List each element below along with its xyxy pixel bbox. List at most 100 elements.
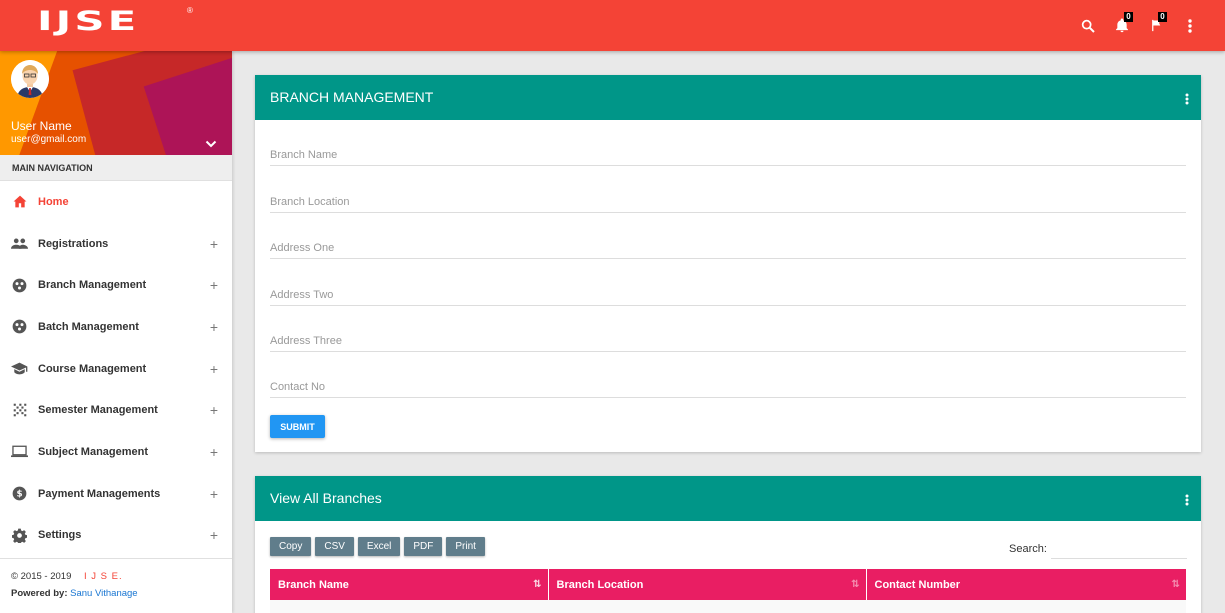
column-header-branch-name[interactable]: Branch Name ⇅ bbox=[270, 569, 549, 600]
excel-button[interactable]: Excel bbox=[357, 537, 401, 556]
branch-form-card: BRANCH MANAGEMENT SUBMIT bbox=[255, 75, 1201, 452]
flags-badge: 0 bbox=[1158, 12, 1167, 22]
address-two-input[interactable] bbox=[270, 288, 1186, 301]
sidebar-item-semester-management[interactable]: Semester Management + bbox=[0, 389, 232, 431]
card-menu-button[interactable] bbox=[1185, 92, 1189, 110]
sidebar-item-label: Registrations bbox=[38, 237, 109, 250]
sidebar-item-label: Semester Management bbox=[38, 404, 158, 417]
sidebar-footer: © 2015 - 2019 I J S E. Powered by: Sanu … bbox=[0, 558, 232, 599]
ijse-logo[interactable]: IJSE ® bbox=[37, 6, 193, 37]
card-header: BRANCH MANAGEMENT bbox=[255, 75, 1201, 120]
sidebar-item-settings[interactable]: Settings + bbox=[0, 515, 232, 557]
branch-icon bbox=[11, 277, 28, 294]
address-three-input[interactable] bbox=[270, 334, 1186, 347]
print-button[interactable]: Print bbox=[446, 537, 485, 556]
expand-icon: + bbox=[209, 402, 218, 419]
column-header-branch-location[interactable]: Branch Location ⇅ bbox=[548, 569, 867, 600]
export-buttons: Copy CSV Excel PDF Print bbox=[270, 537, 485, 556]
branches-table: Branch Name ⇅ Branch Location ⇅ Contact … bbox=[270, 569, 1186, 613]
branch-location-input[interactable] bbox=[270, 195, 1186, 208]
user-panel: User Name user@gmail.com bbox=[0, 51, 232, 155]
user-avatar-icon bbox=[11, 60, 49, 98]
table-search-input[interactable] bbox=[1051, 537, 1187, 559]
table-row bbox=[270, 600, 1186, 613]
branch-name-input[interactable] bbox=[270, 149, 1186, 162]
sidebar: User Name user@gmail.com MAIN NAVIGATION… bbox=[0, 51, 232, 613]
address-three-field bbox=[270, 306, 1186, 352]
sidebar-item-label: Batch Management bbox=[38, 320, 139, 333]
branches-table-card: View All Branches Copy CSV Excel PDF Pri… bbox=[255, 476, 1201, 613]
logo-text: IJSE bbox=[37, 6, 140, 37]
notifications-button[interactable]: 0 bbox=[1105, 0, 1139, 51]
sidebar-item-registrations[interactable]: Registrations + bbox=[0, 223, 232, 265]
sort-icon: ⇅ bbox=[1171, 579, 1180, 590]
card-header: View All Branches bbox=[255, 476, 1201, 521]
more-options-button[interactable] bbox=[1173, 0, 1207, 51]
sort-asc-icon: ⇅ bbox=[533, 579, 542, 590]
registered-mark: ® bbox=[187, 6, 193, 15]
address-two-field bbox=[270, 259, 1186, 306]
sidebar-item-label: Home bbox=[38, 195, 69, 208]
grid-dots-icon bbox=[11, 402, 28, 419]
address-one-input[interactable] bbox=[270, 242, 1186, 255]
dollar-icon: $ bbox=[11, 485, 28, 502]
chevron-down-icon bbox=[205, 140, 217, 148]
sidebar-item-home[interactable]: Home bbox=[0, 181, 232, 223]
card-menu-button[interactable] bbox=[1185, 493, 1189, 511]
expand-icon: + bbox=[209, 235, 218, 252]
sidebar-item-batch-management[interactable]: Batch Management + bbox=[0, 306, 232, 348]
sidebar-item-label: Settings bbox=[38, 529, 82, 542]
search-label: Search: bbox=[1009, 543, 1047, 555]
graduation-cap-icon bbox=[11, 360, 28, 377]
expand-icon: + bbox=[209, 318, 218, 335]
contact-no-input[interactable] bbox=[270, 381, 1186, 394]
batch-icon bbox=[11, 318, 28, 335]
expand-icon: + bbox=[209, 527, 218, 544]
column-label: Branch Location bbox=[556, 578, 644, 591]
card-title: View All Branches bbox=[270, 490, 382, 506]
user-name: User Name bbox=[11, 119, 72, 133]
more-vert-icon bbox=[1188, 18, 1192, 33]
search-icon bbox=[1081, 19, 1095, 33]
gear-icon bbox=[11, 527, 28, 544]
copy-button[interactable]: Copy bbox=[270, 537, 312, 556]
expand-icon: + bbox=[209, 360, 218, 377]
column-label: Branch Name bbox=[278, 578, 349, 591]
sidebar-item-branch-management[interactable]: Branch Management + bbox=[0, 264, 232, 306]
column-header-contact-number[interactable]: Contact Number ⇅ bbox=[866, 569, 1186, 600]
branch-name-field bbox=[270, 120, 1186, 167]
expand-icon: + bbox=[209, 277, 218, 294]
footer-brand: I J S E. bbox=[84, 571, 123, 582]
laptop-icon bbox=[11, 443, 28, 460]
avatar[interactable] bbox=[11, 60, 49, 98]
expand-icon: + bbox=[209, 485, 218, 502]
sidebar-item-subject-management[interactable]: Subject Management + bbox=[0, 431, 232, 473]
copyright-text: © 2015 - 2019 bbox=[11, 571, 72, 582]
svg-text:$: $ bbox=[16, 490, 22, 500]
people-icon bbox=[11, 235, 28, 252]
sidebar-item-payment-managements[interactable]: $ Payment Managements + bbox=[0, 473, 232, 515]
csv-button[interactable]: CSV bbox=[315, 537, 354, 556]
more-vert-icon bbox=[1185, 494, 1189, 506]
sidebar-item-label: Subject Management bbox=[38, 445, 149, 458]
expand-icon: + bbox=[209, 443, 218, 460]
column-label: Contact Number bbox=[874, 578, 961, 591]
more-vert-icon bbox=[1185, 93, 1189, 105]
author-link[interactable]: Sanu Vithanage bbox=[70, 588, 137, 599]
sort-icon: ⇅ bbox=[851, 579, 860, 590]
user-menu-toggle[interactable] bbox=[205, 135, 217, 153]
card-title: BRANCH MANAGEMENT bbox=[270, 89, 434, 105]
sidebar-item-label: Branch Management bbox=[38, 279, 147, 292]
branch-location-field bbox=[270, 166, 1186, 213]
search-button[interactable] bbox=[1071, 0, 1105, 51]
flags-button[interactable]: 0 bbox=[1139, 0, 1173, 51]
submit-button[interactable]: SUBMIT bbox=[270, 415, 325, 438]
powered-by-label: Powered by: bbox=[11, 588, 68, 599]
sidebar-item-course-management[interactable]: Course Management + bbox=[0, 348, 232, 390]
notifications-badge: 0 bbox=[1124, 12, 1133, 22]
user-email: user@gmail.com bbox=[11, 134, 87, 145]
top-app-bar: IJSE ® 0 0 bbox=[0, 0, 1225, 51]
pdf-button[interactable]: PDF bbox=[404, 537, 443, 556]
address-one-field bbox=[270, 213, 1186, 260]
main-navigation-header: MAIN NAVIGATION bbox=[0, 155, 232, 181]
